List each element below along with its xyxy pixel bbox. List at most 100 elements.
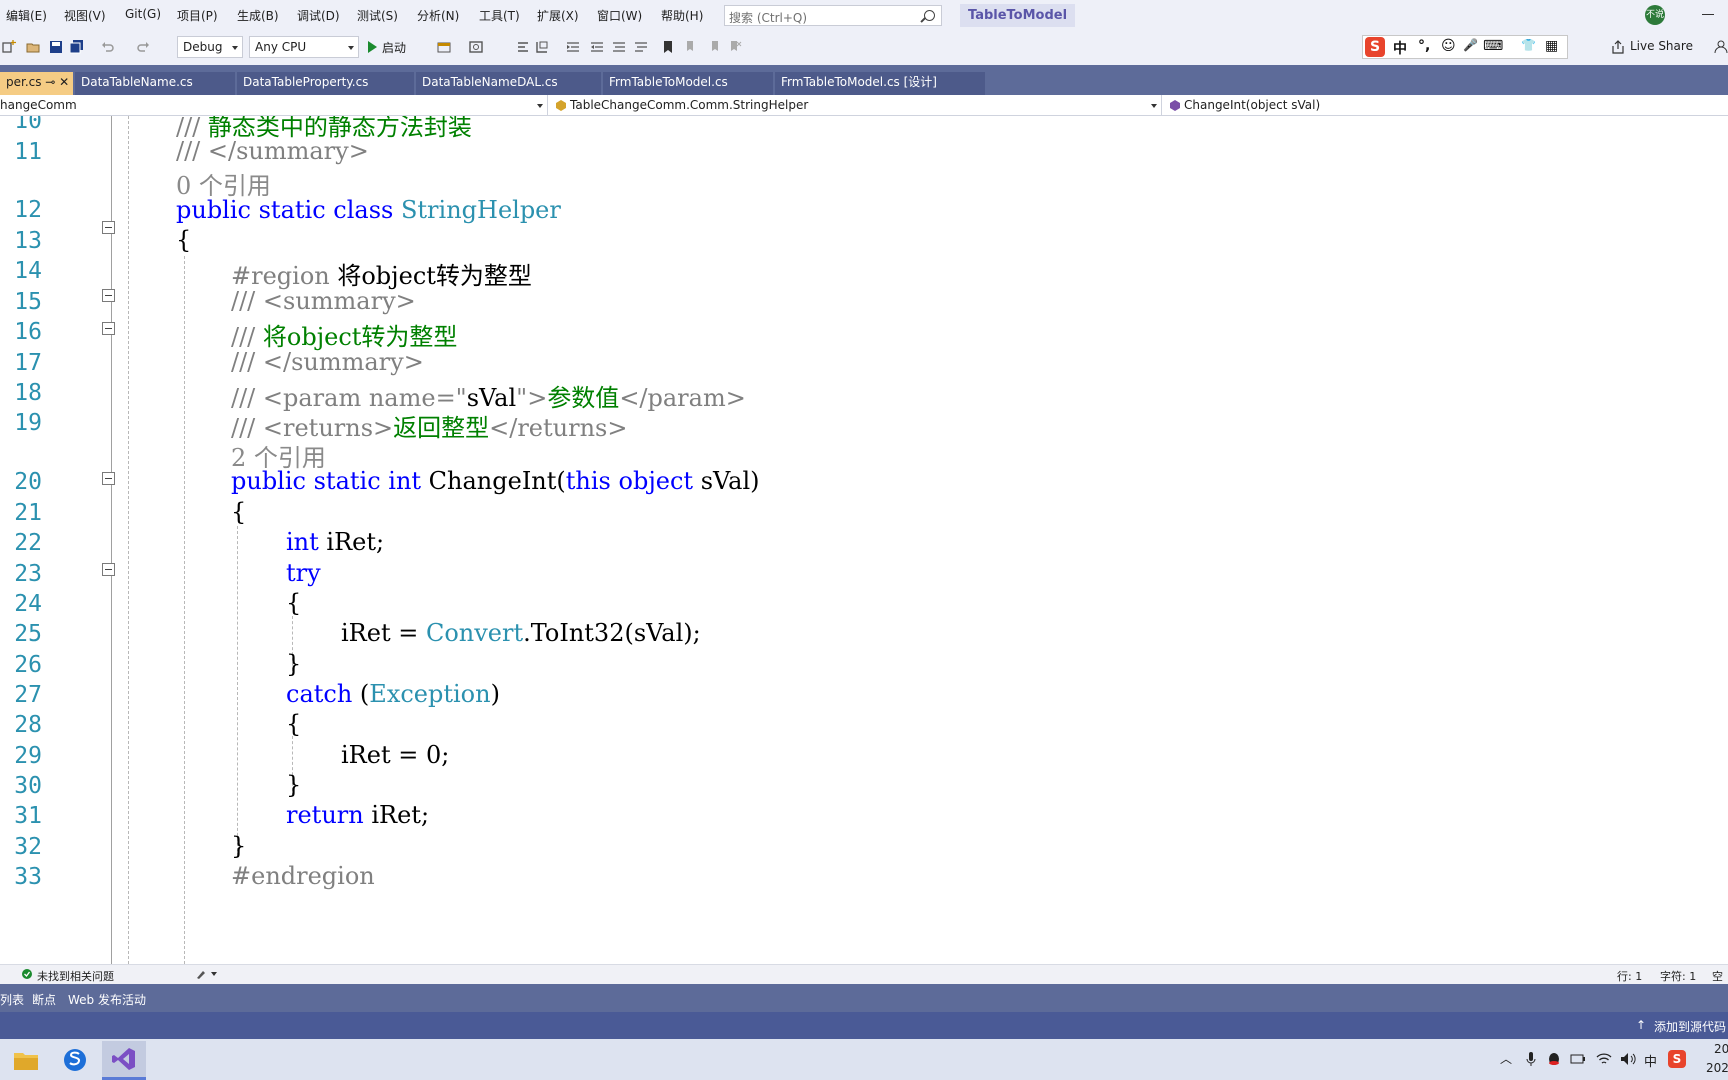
ime-chinese-toggle[interactable]: 中 <box>1393 38 1407 58</box>
input-language-indicator[interactable]: 中 <box>1644 1051 1657 1070</box>
prev-bookmark-icon[interactable] <box>684 40 698 54</box>
visual-studio-app[interactable] <box>102 1041 146 1080</box>
folder-icon <box>14 1053 38 1070</box>
code-line: } <box>286 771 302 799</box>
open-folder-icon[interactable] <box>26 40 40 54</box>
add-to-source-control-button[interactable]: 添加到源代码 <box>1654 1018 1726 1035</box>
tab-frmtabletomodel-design[interactable]: FrmTableToModel.cs [设计] <box>775 72 985 95</box>
line-number: 32 <box>14 834 42 860</box>
code-editor[interactable]: 10 11 12 13 14 15 16 17 18 19 20 21 22 2… <box>0 116 1728 964</box>
brush-icon[interactable] <box>196 969 218 979</box>
line-number: 17 <box>14 350 42 376</box>
clock-date[interactable]: 202 <box>1706 1061 1728 1075</box>
file-explorer-app[interactable] <box>4 1041 48 1080</box>
step-icon[interactable] <box>516 40 530 54</box>
bookmark-icon[interactable] <box>661 40 675 54</box>
microphone-icon[interactable]: 🎤 <box>1463 38 1478 52</box>
line-number: 20 <box>14 469 42 495</box>
menu-tools[interactable]: 工具(T) <box>479 7 520 24</box>
clear-bookmarks-icon[interactable] <box>728 40 742 54</box>
qq-icon[interactable] <box>1546 1051 1562 1067</box>
undo-icon[interactable] <box>101 40 115 54</box>
tab-frmtabletomodel[interactable]: FrmTableToModel.cs <box>603 72 773 95</box>
clock-time[interactable]: 20 <box>1714 1042 1728 1056</box>
issues-status[interactable]: 未找到相关问题 <box>37 968 114 984</box>
menu-debug[interactable]: 调试(D) <box>297 7 340 24</box>
toolbox-icon[interactable]: ▦ <box>1545 38 1558 54</box>
save-icon[interactable] <box>49 40 63 54</box>
code-line: public static int ChangeInt(this object … <box>231 467 760 495</box>
new-project-icon[interactable] <box>2 40 16 54</box>
sogou-browser-app[interactable] <box>53 1041 97 1080</box>
line-number: 11 <box>14 139 42 165</box>
type-dropdown[interactable]: TableChangeComm.Comm.StringHelper <box>552 95 1162 115</box>
ime-punctuation-toggle[interactable]: °, <box>1418 38 1430 54</box>
sogou-tray-icon[interactable]: S <box>1668 1050 1686 1068</box>
char-indicator[interactable]: 字符: 1 <box>1660 968 1696 984</box>
menu-help[interactable]: 帮助(H) <box>661 7 703 24</box>
menu-extensions[interactable]: 扩展(X) <box>537 7 579 24</box>
comment-icon[interactable] <box>535 40 549 54</box>
keyboard-icon[interactable]: ⌨ <box>1483 38 1503 54</box>
show-hidden-icons-icon[interactable]: ︿ <box>1500 1050 1512 1067</box>
comment-lines-icon[interactable] <box>612 40 626 54</box>
browser-link-icon[interactable] <box>437 40 451 54</box>
collapse-icon[interactable] <box>102 289 115 302</box>
menu-edit[interactable]: 编辑(E) <box>6 7 47 24</box>
battery-icon[interactable] <box>1570 1053 1586 1065</box>
line-number: 29 <box>14 743 42 769</box>
ime-toolbar[interactable]: S 中 °, ☺ 🎤 ⌨ 👕 ▦ <box>1362 35 1568 59</box>
volume-icon[interactable] <box>1620 1052 1636 1066</box>
member-dropdown[interactable]: ChangeInt(object sVal) <box>1166 95 1728 115</box>
menu-git[interactable]: Git(G) <box>125 7 161 21</box>
tab-datatablenamedal[interactable]: DataTableNameDAL.cs <box>416 72 601 95</box>
menu-project[interactable]: 项目(P) <box>177 7 218 24</box>
account-icon[interactable] <box>1714 40 1728 54</box>
collapse-icon[interactable] <box>102 322 115 335</box>
configuration-select[interactable]: Debug <box>177 36 243 58</box>
tab-datatablename[interactable]: DataTableName.cs <box>75 72 235 95</box>
platform-select[interactable]: Any CPU <box>249 36 359 58</box>
screenshot-icon[interactable] <box>469 40 483 54</box>
microphone-icon[interactable] <box>1526 1052 1536 1067</box>
collapse-icon[interactable] <box>102 221 115 234</box>
collapse-icon[interactable] <box>102 472 115 485</box>
line-number: 21 <box>14 500 42 526</box>
wifi-icon[interactable] <box>1596 1052 1612 1066</box>
code-line: iRet = 0; <box>341 741 450 769</box>
minimize-icon[interactable] <box>1702 14 1714 15</box>
navigation-bar: hangeComm TableChangeComm.Comm.StringHel… <box>0 95 1728 116</box>
editor-status-bar: 未找到相关问题 行: 1 字符: 1 空格 <box>0 964 1728 999</box>
search-input[interactable]: 搜索 (Ctrl+Q) <box>724 5 942 26</box>
menu-view[interactable]: 视图(V) <box>64 7 106 24</box>
tab-datatableproperty[interactable]: DataTableProperty.cs <box>237 72 414 95</box>
tab-stringhelper[interactable]: per.cs ⊸ ✕ <box>0 72 73 95</box>
save-all-icon[interactable] <box>70 40 84 54</box>
code-line: } <box>286 650 302 678</box>
search-icon <box>924 10 935 21</box>
uncomment-lines-icon[interactable] <box>634 40 648 54</box>
code-line: { <box>286 710 302 738</box>
tab-breakpoints[interactable]: 断点 <box>32 991 56 1008</box>
menu-window[interactable]: 窗口(W) <box>597 7 642 24</box>
line-indicator[interactable]: 行: 1 <box>1617 968 1642 984</box>
code-line: catch (Exception) <box>286 680 500 708</box>
skin-icon[interactable]: 👕 <box>1521 38 1536 52</box>
menu-analyze[interactable]: 分析(N) <box>417 7 459 24</box>
emoji-icon[interactable]: ☺ <box>1441 38 1456 54</box>
indent-icon[interactable] <box>590 40 604 54</box>
outdent-icon[interactable] <box>566 40 580 54</box>
line-number: 24 <box>14 591 42 617</box>
project-dropdown[interactable]: hangeComm <box>0 95 548 115</box>
collapse-icon[interactable] <box>102 563 115 576</box>
tab-web-publish[interactable]: Web 发布活动 <box>68 991 146 1008</box>
code-line: { <box>176 226 192 254</box>
live-share-button[interactable]: Live Share <box>1630 39 1693 53</box>
menu-test[interactable]: 测试(S) <box>357 7 398 24</box>
redo-icon[interactable] <box>136 40 150 54</box>
avatar[interactable]: 不说 <box>1645 5 1665 25</box>
next-bookmark-icon[interactable] <box>707 40 721 54</box>
indent-guide <box>128 116 129 964</box>
tab-error-list[interactable]: 列表 <box>0 991 24 1008</box>
menu-build[interactable]: 生成(B) <box>237 7 279 24</box>
